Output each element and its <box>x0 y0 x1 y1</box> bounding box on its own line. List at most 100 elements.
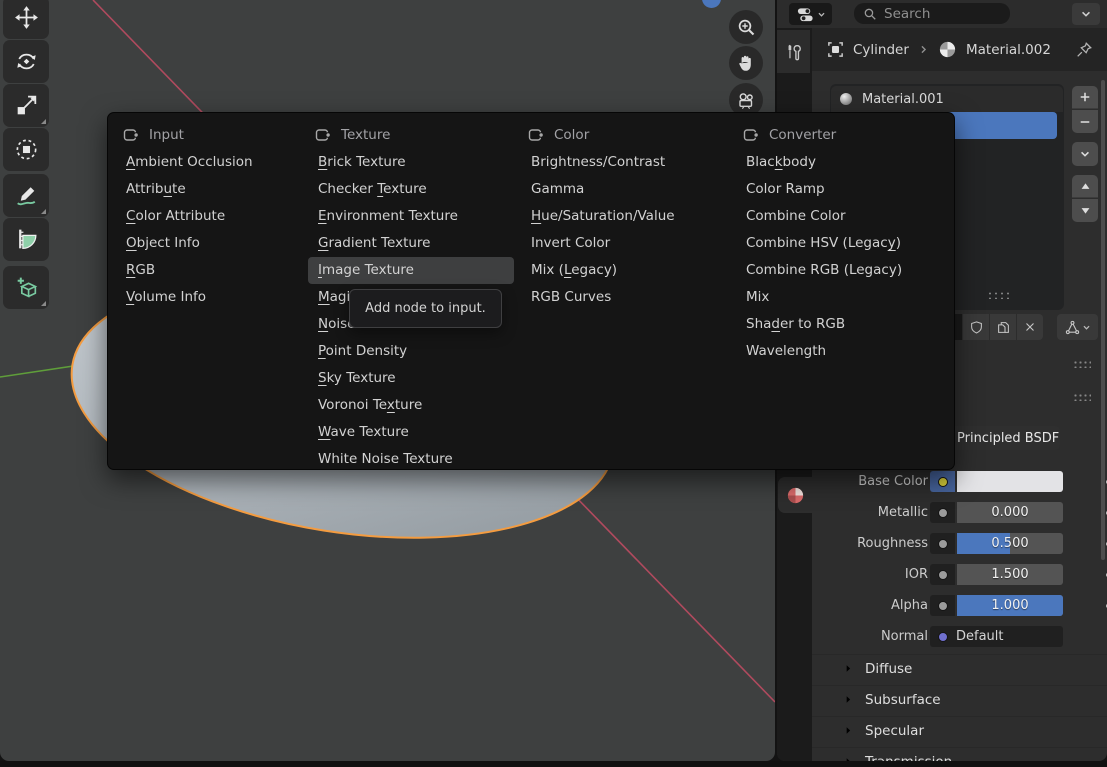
menu-item-combine-rgb-legacy-[interactable]: Combine RGB (Legacy) <box>736 257 950 284</box>
status-bar <box>0 761 1107 767</box>
transform-tool-button[interactable] <box>3 128 49 171</box>
subpanel-diffuse[interactable]: >Diffuse <box>812 654 1107 682</box>
menu-item-white-noise-texture[interactable]: White Noise Texture <box>308 446 514 473</box>
surface-shader-field[interactable]: Principled BSDF <box>948 426 1060 450</box>
value-slider[interactable]: 1.500 <box>957 564 1063 585</box>
chevron-right-icon: > <box>842 693 855 706</box>
menu-item-color-attribute[interactable]: Color Attribute <box>116 203 302 230</box>
input-socket-button[interactable] <box>930 502 955 523</box>
search-field[interactable] <box>854 3 1010 24</box>
menu-item-ambient-occlusion[interactable]: Ambient Occlusion <box>116 149 302 176</box>
input-value: Default <box>956 629 1004 644</box>
slot-specials-button[interactable] <box>1072 142 1098 166</box>
input-label: Alpha <box>817 595 928 616</box>
input-label: IOR <box>817 564 928 585</box>
subpanel-subsurface[interactable]: >Subsurface <box>812 685 1107 713</box>
transform-tool <box>13 136 40 163</box>
move-tool-button[interactable] <box>3 0 49 39</box>
add-slot-button[interactable] <box>1072 86 1098 109</box>
input-socket-button[interactable] <box>930 564 955 585</box>
menu-item-brightness-contrast[interactable]: Brightness/Contrast <box>521 149 730 176</box>
menu-item-gradient-texture[interactable]: Gradient Texture <box>308 230 514 257</box>
header-menu-button[interactable] <box>1072 3 1100 25</box>
material-link-dropdown[interactable] <box>1057 314 1098 340</box>
node-icon: > <box>528 127 544 143</box>
menu-item-image-texture[interactable]: Image Texture <box>308 257 514 284</box>
subpanel-title: Diffuse <box>865 661 912 677</box>
annotate-tool-button[interactable] <box>3 174 49 217</box>
measure-tool-button[interactable] <box>3 218 49 261</box>
slider-value: 0.000 <box>957 502 1063 523</box>
menu-item-attribute[interactable]: Attribute <box>116 176 302 203</box>
menu-item-mix-legacy-[interactable]: Mix (Legacy) <box>521 257 730 284</box>
menu-item-invert-color[interactable]: Invert Color <box>521 230 730 257</box>
flyout-indicator <box>41 301 46 306</box>
menu-item-sky-texture[interactable]: Sky Texture <box>308 365 514 392</box>
flyout-indicator <box>41 209 46 214</box>
list-resize-grip[interactable] <box>987 291 1013 299</box>
normal-input-field[interactable]: Default <box>930 626 1063 647</box>
material-slot-row[interactable]: Material.001 <box>831 86 1063 112</box>
panel-drag-grip[interactable] <box>1073 393 1091 401</box>
socket-dot <box>938 539 948 549</box>
slider-value: 0.500 <box>957 533 1063 554</box>
menu-item-checker-texture[interactable]: Checker Texture <box>308 176 514 203</box>
subpanel-specular[interactable]: >Specular <box>812 716 1107 744</box>
breadcrumb-object[interactable]: Cylinder <box>853 28 909 71</box>
input-socket-button[interactable] <box>930 471 955 492</box>
menu-item-rgb-curves[interactable]: RGB Curves <box>521 284 730 311</box>
zoom-gizmo[interactable] <box>729 10 763 44</box>
menu-column-header: >Input <box>116 120 302 149</box>
value-slider[interactable]: 0.000 <box>957 502 1063 523</box>
menu-column-header: >Converter <box>736 120 950 149</box>
unlink-material-button[interactable] <box>1016 314 1043 340</box>
socket-dot <box>938 477 948 487</box>
new-material-button[interactable] <box>989 314 1016 340</box>
move-slot-up-button[interactable] <box>1072 175 1098 198</box>
remove-slot-button[interactable] <box>1072 110 1098 133</box>
color-swatch[interactable] <box>957 471 1063 492</box>
menu-item-rgb[interactable]: RGB <box>116 257 302 284</box>
menu-item-mix[interactable]: Mix <box>736 284 950 311</box>
socket-dot <box>938 508 948 518</box>
fake-user-button[interactable] <box>963 314 989 340</box>
menu-item-color-ramp[interactable]: Color Ramp <box>736 176 950 203</box>
panel-drag-grip[interactable] <box>1073 360 1091 368</box>
tooltip: Add node to input. <box>349 289 502 328</box>
menu-item-brick-texture[interactable]: Brick Texture <box>308 149 514 176</box>
breadcrumb-material[interactable]: Material.002 <box>966 28 1051 71</box>
menu-item-gamma[interactable]: Gamma <box>521 176 730 203</box>
scale-tool-button[interactable] <box>3 84 49 127</box>
editor-type-button[interactable] <box>789 3 832 25</box>
input-socket-button[interactable] <box>930 533 955 554</box>
input-socket-button[interactable] <box>930 595 955 616</box>
menu-item-object-info[interactable]: Object Info <box>116 230 302 257</box>
zoom-icon <box>736 17 757 38</box>
menu-item-shader-to-rgb[interactable]: Shader to RGB <box>736 311 950 338</box>
menu-item-wave-texture[interactable]: Wave Texture <box>308 419 514 446</box>
menu-item-voronoi-texture[interactable]: Voronoi Texture <box>308 392 514 419</box>
value-slider[interactable]: 1.000 <box>957 595 1063 616</box>
menu-item-wavelength[interactable]: Wavelength <box>736 338 950 365</box>
tab-tool[interactable] <box>777 30 810 73</box>
search-input[interactable] <box>884 6 994 22</box>
scrollbar[interactable] <box>1101 80 1105 560</box>
move-slot-down-button[interactable] <box>1072 199 1098 222</box>
rotate-tool-button[interactable] <box>3 40 49 83</box>
subpanel-transmission[interactable]: >Transmission <box>812 747 1107 761</box>
slider-value: 1.500 <box>957 564 1063 585</box>
menu-item-blackbody[interactable]: Blackbody <box>736 149 950 176</box>
menu-item-volume-info[interactable]: Volume Info <box>116 284 302 311</box>
value-slider[interactable]: 0.500 <box>957 533 1063 554</box>
menu-item-combine-color[interactable]: Combine Color <box>736 203 950 230</box>
pin-icon[interactable] <box>1075 28 1093 71</box>
add-cube-tool-button[interactable] <box>3 266 49 309</box>
menu-item-point-density[interactable]: Point Density <box>308 338 514 365</box>
shader-input-row-roughness: Roughness0.500 <box>812 533 1107 554</box>
menu-item-hue-saturation-value[interactable]: Hue/Saturation/Value <box>521 203 730 230</box>
tab-material[interactable] <box>778 477 812 513</box>
shader-input-row-ior: IOR 1.500 <box>812 564 1107 585</box>
pan-hand-gizmo[interactable] <box>729 46 763 80</box>
menu-item-environment-texture[interactable]: Environment Texture <box>308 203 514 230</box>
menu-item-combine-hsv-legacy-[interactable]: Combine HSV (Legacy) <box>736 230 950 257</box>
